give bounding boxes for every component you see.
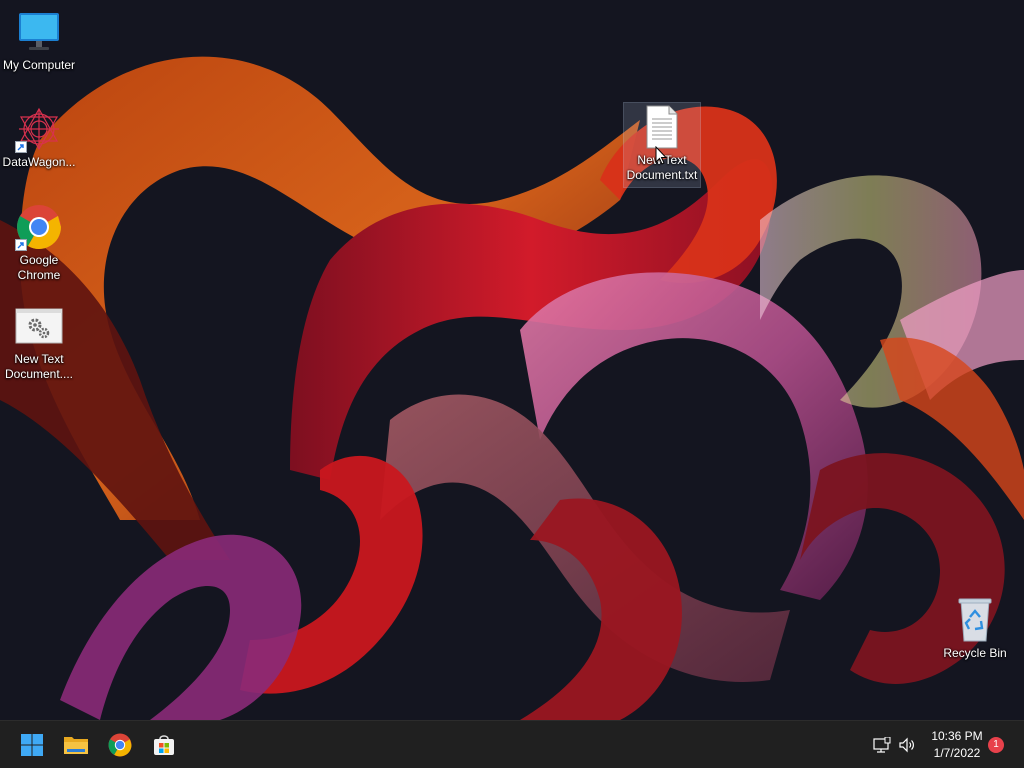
- start-button[interactable]: [12, 725, 52, 765]
- chrome-taskbar-button[interactable]: [100, 725, 140, 765]
- chrome-icon: [15, 203, 63, 251]
- clock-date: 1/7/2022: [933, 746, 981, 760]
- desktop-icon-google-chrome[interactable]: Google Chrome: [1, 203, 77, 283]
- desktop-icon-my-computer[interactable]: My Computer: [1, 8, 77, 73]
- microsoft-store-button[interactable]: [144, 725, 184, 765]
- desktop[interactable]: My Computer DataWagon... Google Chrome N…: [0, 0, 1024, 768]
- recycle-bin-icon: [951, 596, 999, 644]
- file-explorer-button[interactable]: [56, 725, 96, 765]
- desktop-icon-recycle-bin[interactable]: Recycle Bin: [937, 596, 1013, 661]
- datawagon-icon: [15, 105, 63, 153]
- monitor-icon: [15, 8, 63, 56]
- windows-start-icon: [21, 734, 43, 756]
- desktop-icon-new-text-document[interactable]: New Text Document.txt: [623, 102, 701, 188]
- shortcut-arrow-icon: [15, 141, 27, 153]
- network-icon[interactable]: [872, 735, 892, 755]
- desktop-icon-datawagon[interactable]: DataWagon...: [1, 105, 77, 170]
- desktop-icon-label: DataWagon...: [2, 155, 76, 169]
- folder-icon: [64, 737, 88, 754]
- desktop-icon-label: Google Chrome: [17, 253, 61, 282]
- speaker-icon[interactable]: [897, 735, 917, 755]
- clock-time: 10:36 PM: [931, 729, 983, 743]
- chrome-icon: [108, 733, 132, 757]
- mouse-cursor-icon: [655, 146, 667, 165]
- desktop-icon-label: My Computer: [2, 58, 76, 72]
- notification-badge[interactable]: 1: [988, 737, 1004, 753]
- desktop-icon-label: New Text Document....: [4, 352, 74, 381]
- desktop-icon-settings-document[interactable]: New Text Document....: [1, 302, 77, 382]
- taskbar: 10:36 PM 1/7/2022 1: [0, 720, 1024, 768]
- taskbar-clock[interactable]: 10:36 PM 1/7/2022: [922, 728, 992, 762]
- settings-document-icon: [15, 302, 63, 350]
- desktop-icon-label: Recycle Bin: [943, 646, 1007, 660]
- text-file-icon: [638, 103, 686, 151]
- shortcut-arrow-icon: [15, 239, 27, 251]
- store-icon: [154, 735, 174, 755]
- wallpaper-image: [0, 0, 1024, 720]
